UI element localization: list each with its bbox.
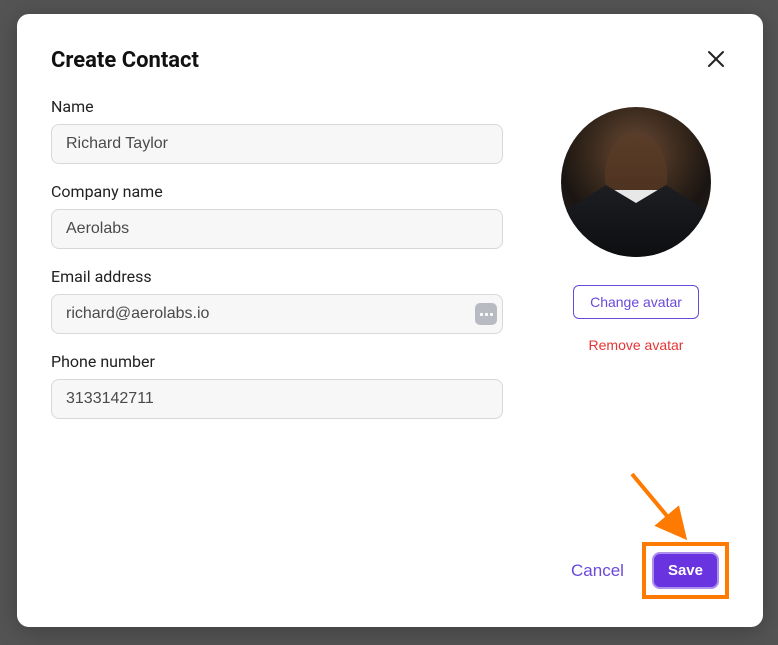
email-label: Email address [51, 267, 503, 286]
save-button[interactable]: Save [652, 552, 719, 589]
name-field-group: Name [51, 97, 503, 164]
modal-footer: Cancel Save [567, 542, 729, 599]
save-button-highlight: Save [642, 542, 729, 599]
close-icon [707, 50, 725, 71]
modal-header: Create Contact [51, 46, 729, 75]
name-input[interactable] [51, 124, 503, 164]
close-button[interactable] [703, 46, 729, 75]
remove-avatar-button[interactable]: Remove avatar [589, 337, 684, 353]
cancel-button[interactable]: Cancel [567, 555, 628, 587]
phone-field-group: Phone number [51, 352, 503, 419]
form-column: Name Company name Email address Phone nu… [51, 97, 503, 437]
company-label: Company name [51, 182, 503, 201]
modal-body: Name Company name Email address Phone nu… [51, 97, 729, 437]
change-avatar-button[interactable]: Change avatar [573, 285, 699, 319]
avatar-column: Change avatar Remove avatar [543, 97, 729, 437]
avatar-image [561, 107, 711, 257]
modal-title: Create Contact [51, 48, 199, 73]
email-input[interactable] [51, 294, 503, 334]
name-label: Name [51, 97, 503, 116]
autofill-icon [475, 303, 497, 325]
create-contact-modal: Create Contact Name Company name Email a… [17, 14, 763, 627]
company-input[interactable] [51, 209, 503, 249]
phone-label: Phone number [51, 352, 503, 371]
company-field-group: Company name [51, 182, 503, 249]
email-field-group: Email address [51, 267, 503, 334]
phone-input[interactable] [51, 379, 503, 419]
